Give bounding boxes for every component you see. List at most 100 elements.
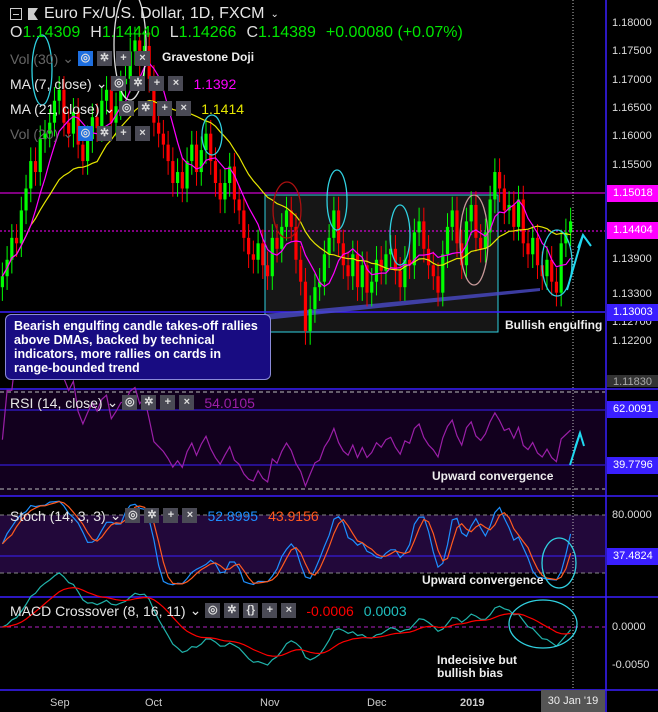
add-icon[interactable]: +: [262, 603, 278, 618]
visibility-icon[interactable]: ◎: [111, 76, 127, 91]
visibility-icon[interactable]: ◎: [77, 126, 93, 141]
symbol-title[interactable]: Euro Fx/U.S. Dollar, 1D, FXCM: [44, 5, 265, 23]
close-icon[interactable]: ×: [134, 126, 150, 141]
settings-icon[interactable]: ✲: [224, 603, 240, 618]
candle-body: [469, 204, 473, 222]
chevron-down-icon: ⌄: [62, 50, 74, 66]
add-icon[interactable]: +: [115, 51, 131, 66]
candle-body: [545, 259, 549, 277]
macd-level-neg: -0.0050: [612, 659, 650, 671]
add-icon[interactable]: +: [157, 101, 173, 116]
candle-body: [308, 309, 312, 332]
close-icon[interactable]: ×: [134, 51, 150, 66]
candle-body: [445, 226, 450, 255]
stoch-level-mid: 37.4824: [607, 548, 658, 565]
legend-ma7[interactable]: MA (7, close) ⌄ ◎ ✲ + × 1.1392: [10, 75, 236, 92]
candle-body: [351, 254, 355, 277]
candle-body: [261, 243, 265, 266]
close-icon[interactable]: ×: [281, 603, 297, 618]
flag-icon: [28, 8, 38, 20]
candle-body: [175, 172, 180, 184]
legend-rsi[interactable]: RSI (14, close) ⌄ ◎ ✲ + × 54.0105: [10, 394, 255, 411]
visibility-icon[interactable]: ◎: [122, 395, 138, 410]
candle-106: [502, 174, 506, 225]
candle-body: [403, 259, 407, 288]
macd-level-zero: 0.0000: [612, 621, 646, 633]
price-tick-label: 1.16000: [612, 130, 652, 142]
candle-50: [237, 185, 241, 225]
candle-body: [426, 248, 431, 266]
candle-body: [166, 144, 170, 162]
legend-label: RSI (14, close): [10, 394, 103, 411]
stoch-note: Upward convergence: [422, 573, 544, 587]
candle-body: [242, 210, 246, 238]
legend-macd[interactable]: MACD Crossover (8, 16, 11) ⌄ ◎ ✲{} + × -0.0006…: [10, 602, 407, 619]
candle-110: [521, 185, 525, 258]
chevron-down-icon: ⌄: [106, 394, 119, 410]
candle-35: [166, 130, 170, 175]
close-icon[interactable]: ×: [182, 508, 198, 523]
visibility-icon[interactable]: ◎: [77, 51, 93, 66]
candle-body: [512, 204, 516, 227]
legend-vol30[interactable]: Vol (30) ⌄ ◎ ✲ + ×: [10, 50, 150, 67]
candle-body: [474, 204, 478, 238]
candle-body: [531, 237, 535, 255]
candle-body: [299, 259, 303, 282]
candle-108: [512, 191, 516, 241]
settings-icon[interactable]: ✲: [141, 395, 157, 410]
chevron-down-icon: ⌄: [95, 75, 108, 91]
candle-body: [265, 265, 270, 277]
settings-icon[interactable]: ✲: [96, 51, 112, 66]
candle-body: [237, 199, 241, 211]
settings-icon[interactable]: ✲: [96, 126, 112, 141]
price-tick-label: 1.16500: [612, 102, 652, 114]
legend-label: Stoch (14, 3, 3): [10, 507, 106, 524]
add-icon[interactable]: +: [160, 395, 176, 410]
candle-body: [24, 188, 28, 211]
candle-0: [0, 262, 4, 301]
support-price-tag: 1.13003: [607, 304, 658, 321]
chevron-down-icon: ⌄: [62, 125, 74, 141]
candle-111: [526, 229, 530, 268]
close-icon[interactable]: ×: [179, 395, 195, 410]
legend-label: MA (7, close): [10, 75, 92, 92]
price-tick-label: 1.17500: [612, 45, 652, 57]
legend-ma21[interactable]: MA (21, close) ⌄ ◎ ✲ + × 1.1414: [10, 100, 244, 117]
candle-body: [346, 265, 350, 277]
signal-line: [2, 586, 571, 657]
candle-body: [493, 172, 497, 200]
close-icon[interactable]: ×: [168, 76, 184, 91]
source-icon[interactable]: {}: [243, 603, 259, 618]
settings-icon[interactable]: ✲: [144, 508, 160, 523]
candle-body: [161, 133, 165, 145]
candle-body: [199, 150, 203, 173]
candle-body: [14, 237, 19, 244]
visibility-icon[interactable]: ◎: [205, 603, 221, 618]
candle-body: [497, 172, 502, 189]
close-icon[interactable]: ×: [176, 101, 192, 116]
add-icon[interactable]: +: [163, 508, 179, 523]
chart-header: Euro Fx/U.S. Dollar, 1D, FXCM ⌄: [10, 5, 279, 23]
legend-label: MACD Crossover (8, 16, 11): [10, 602, 186, 619]
visibility-icon[interactable]: ◎: [119, 101, 135, 116]
candle-40: [190, 130, 194, 175]
settings-icon[interactable]: ✲: [130, 76, 146, 91]
candle-body: [374, 259, 379, 282]
open-label: O: [10, 24, 23, 41]
candle-37: [175, 158, 180, 197]
settings-icon[interactable]: ✲: [138, 101, 154, 116]
candle-5: [24, 174, 28, 225]
candle-body: [502, 188, 506, 211]
collapse-icon[interactable]: [10, 8, 22, 20]
rsi-level-low: 39.7796: [607, 457, 658, 474]
chevron-down-icon[interactable]: ⌄: [271, 9, 279, 20]
high-label: H: [90, 24, 102, 41]
candle-body: [284, 210, 289, 227]
add-icon[interactable]: +: [149, 76, 165, 91]
close-value: 1.14389: [258, 24, 316, 41]
candle-body: [275, 237, 279, 249]
legend-vol20[interactable]: Vol (20) ⌄ ◎ ✲ + ×: [10, 125, 150, 142]
legend-stoch[interactable]: Stoch (14, 3, 3) ⌄ ◎ ✲ + × 52.8995 43.9156: [10, 507, 319, 524]
add-icon[interactable]: +: [115, 126, 131, 141]
visibility-icon[interactable]: ◎: [125, 508, 141, 523]
